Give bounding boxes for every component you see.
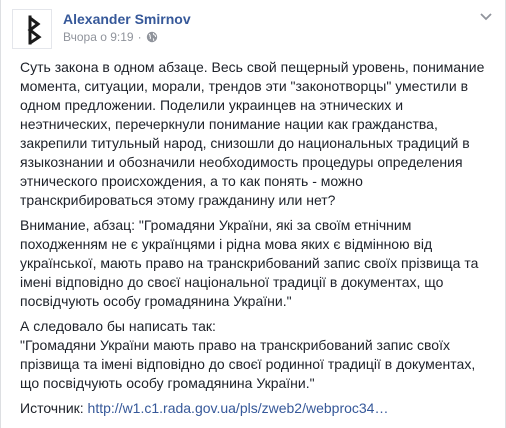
post-header: Alexander Smirnov Вчора о 9:19 ·	[12, 9, 496, 51]
source-label: Источник:	[20, 400, 88, 416]
post-meta: Вчора о 9:19 ·	[63, 30, 158, 44]
globe-icon[interactable]	[146, 31, 158, 43]
facebook-post: Alexander Smirnov Вчора о 9:19 · Суть за…	[0, 0, 506, 428]
author-name[interactable]: Alexander Smirnov	[63, 11, 191, 27]
post-timestamp[interactable]: Вчора о 9:19	[63, 30, 134, 44]
post-source: Источник: http://w1.c1.rada.gov.ua/pls/z…	[20, 399, 498, 418]
rune-avatar-icon	[27, 15, 42, 45]
author-avatar[interactable]	[12, 9, 52, 49]
post-paragraph-3: А следовало бы написать так: "Громадяни …	[20, 318, 476, 391]
source-link[interactable]: http://w1.c1.rada.gov.ua/pls/zweb2/webpr…	[88, 400, 389, 416]
post-body: Суть закона в одном абзаце. Весь свой пе…	[20, 58, 498, 424]
chevron-down-icon[interactable]	[478, 11, 494, 23]
post-paragraph-2: Внимание, абзац: "Громадяни України, які…	[20, 217, 479, 309]
meta-separator: ·	[137, 30, 142, 44]
post-paragraph-1: Суть закона в одном абзаце. Весь свой пе…	[20, 59, 485, 208]
